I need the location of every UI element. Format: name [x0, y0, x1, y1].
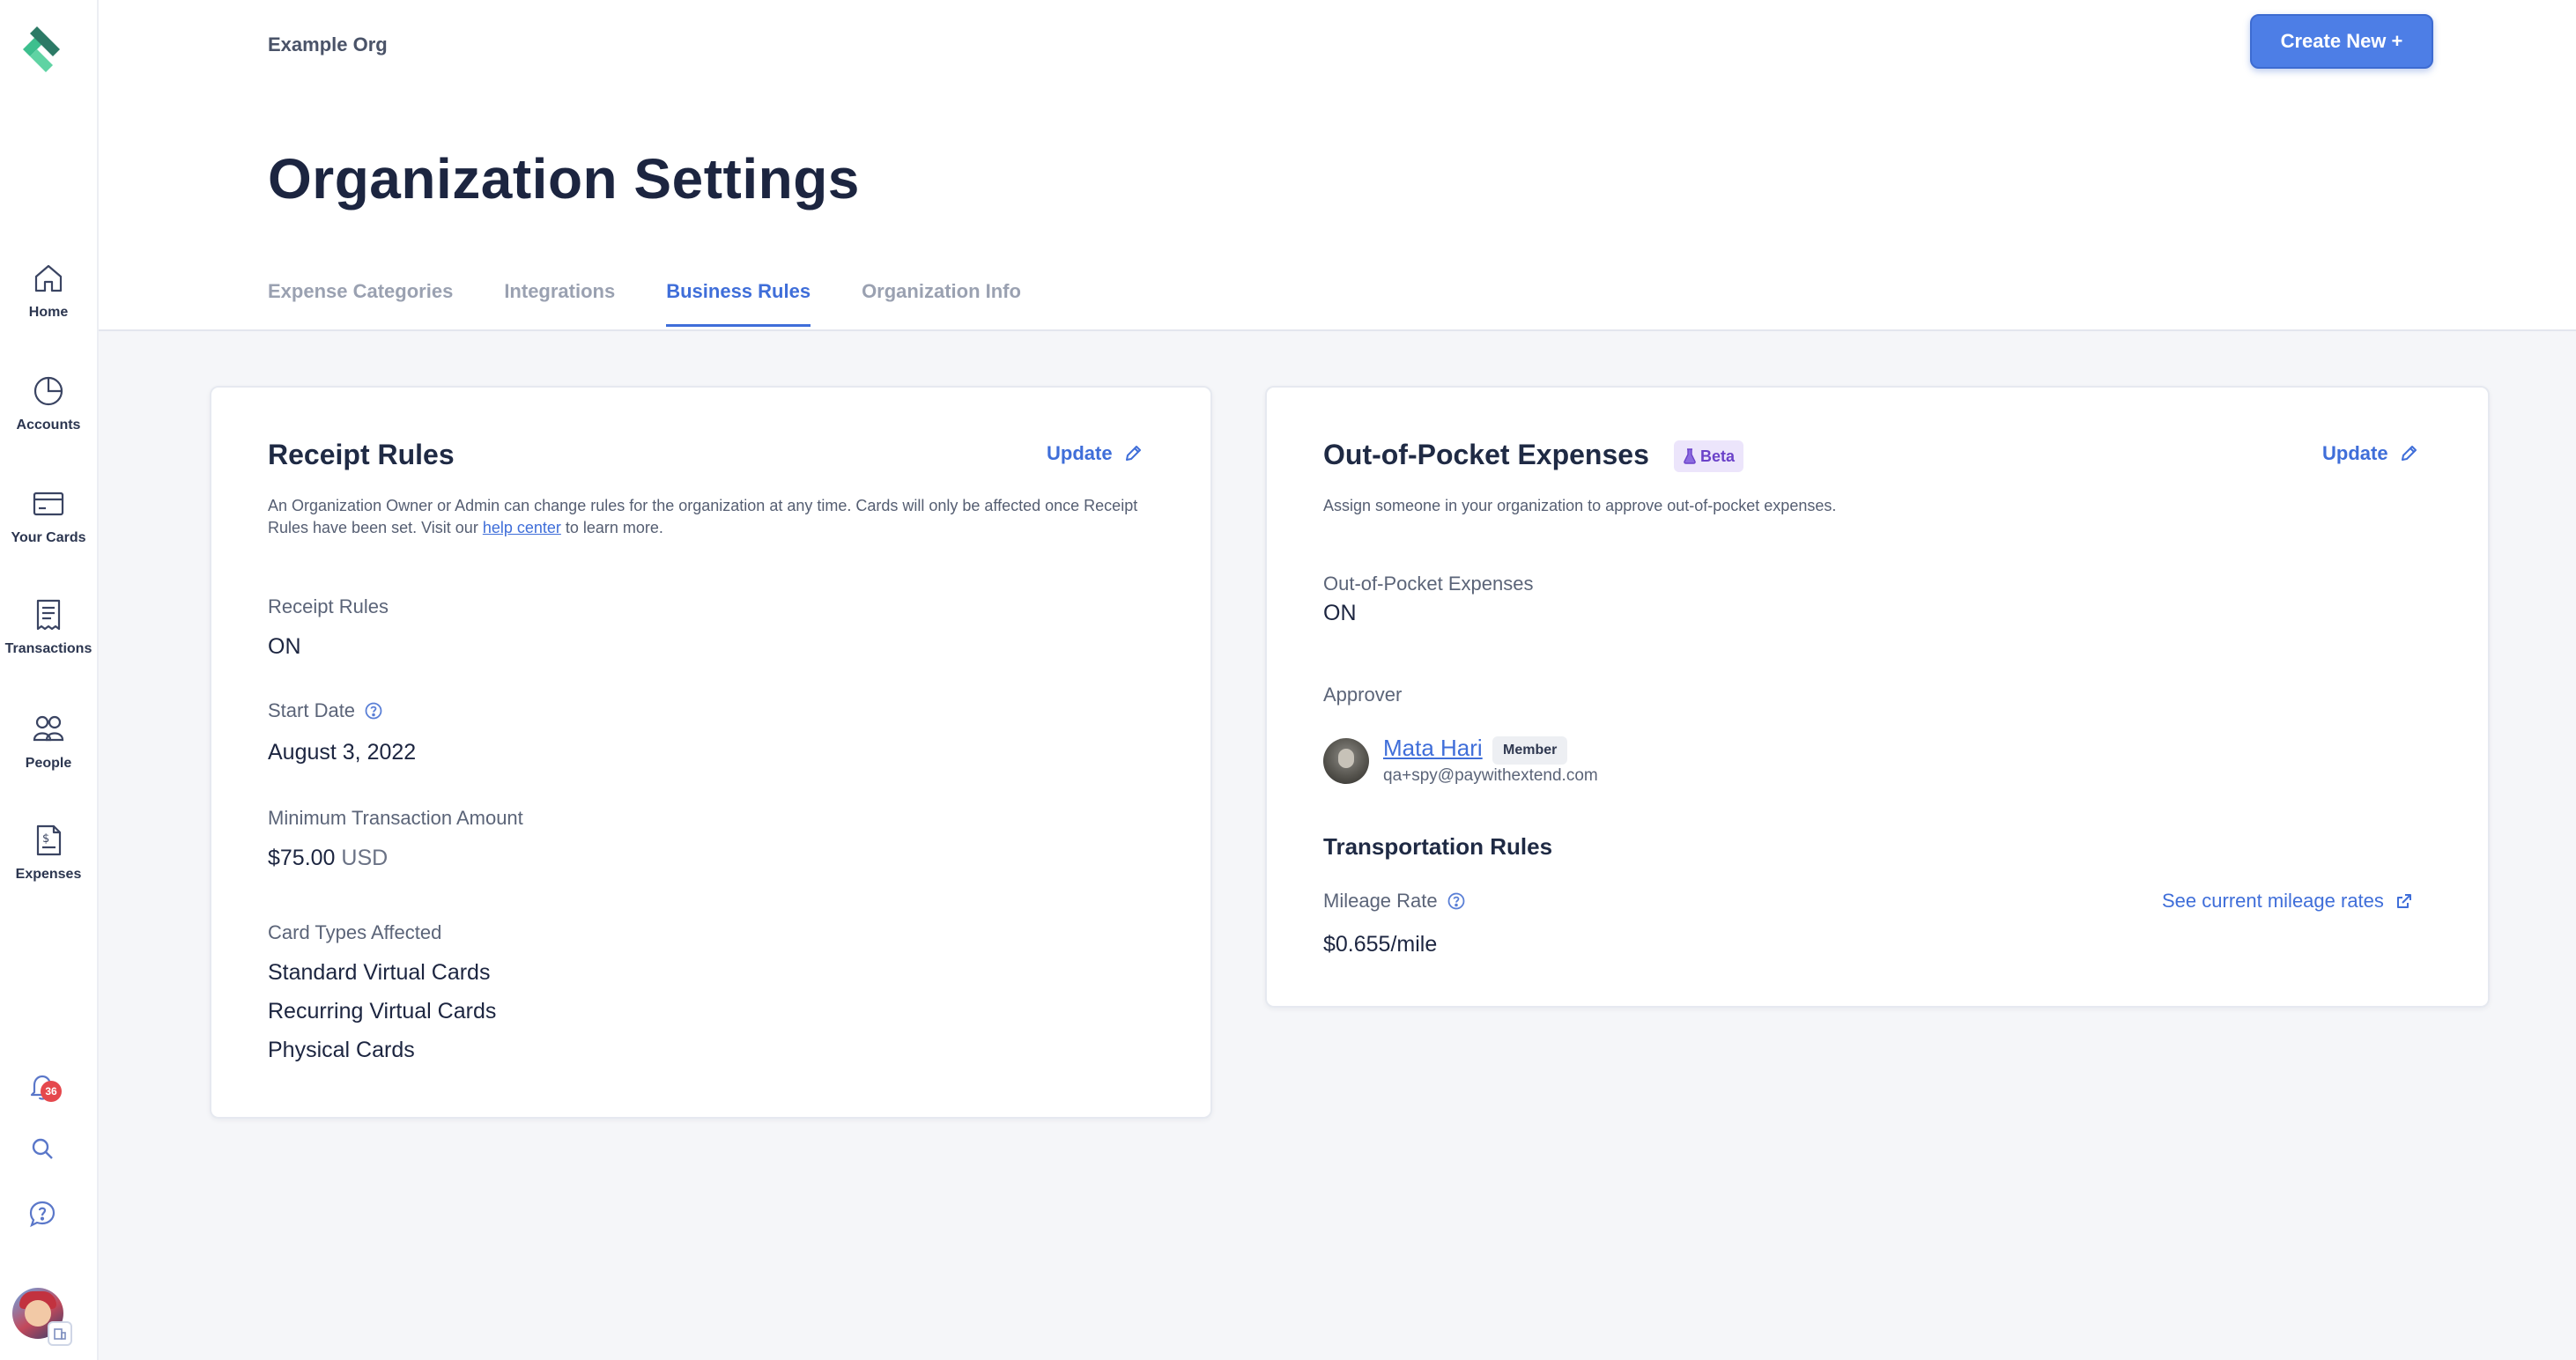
receipt-rules-card: Receipt Rules Update An Organization Own… — [210, 386, 1212, 1119]
mileage-rate-value: $0.655/mile — [1323, 932, 1438, 957]
info-icon[interactable] — [364, 701, 383, 721]
search-icon[interactable] — [26, 1133, 58, 1164]
minimum-amount-label: Minimum Transaction Amount — [268, 807, 523, 829]
tab-integrations[interactable]: Integrations — [504, 280, 615, 327]
svg-text:$: $ — [42, 832, 49, 846]
out-of-pocket-status-label: Out-of-Pocket Expenses — [1323, 573, 1534, 595]
beta-label: Beta — [1700, 447, 1736, 465]
info-icon[interactable] — [1447, 891, 1466, 911]
settings-tabs: Expense Categories Integrations Business… — [268, 280, 1021, 327]
receipt-rules-value: ON — [268, 634, 301, 659]
sidebar-item-label: Transactions — [4, 641, 93, 656]
extend-logo-icon[interactable] — [19, 21, 63, 76]
tab-expense-categories[interactable]: Expense Categories — [268, 280, 453, 327]
help-chat-icon[interactable] — [26, 1198, 58, 1230]
mileage-rate-label-text: Mileage Rate — [1323, 890, 1438, 912]
receipt-rules-description: An Organization Owner or Admin can chang… — [268, 495, 1149, 539]
mileage-rate-label: Mileage Rate — [1323, 890, 1466, 913]
flask-icon — [1684, 448, 1696, 464]
approver-label: Approver — [1323, 684, 1403, 706]
out-of-pocket-update-button[interactable]: Update — [2322, 442, 2418, 465]
card-type-item: Physical Cards — [268, 1038, 415, 1062]
sidebar-item-label: Accounts — [16, 418, 81, 432]
receipt-rules-label: Receipt Rules — [268, 595, 389, 617]
receipt-rules-update-button[interactable]: Update — [1047, 442, 1143, 465]
description-text: An Organization Owner or Admin can chang… — [268, 497, 1138, 536]
sidebar-item-transactions[interactable]: Transactions — [0, 597, 97, 657]
page-title: Organization Settings — [268, 147, 860, 211]
sidebar-item-label: People — [25, 756, 72, 771]
sidebar-item-your-cards[interactable]: Your Cards — [0, 486, 97, 546]
people-icon — [33, 715, 64, 742]
sidebar-item-label: Your Cards — [11, 530, 86, 545]
pencil-icon — [2401, 446, 2417, 461]
sidebar-item-label: Expenses — [15, 867, 82, 882]
avatar-face — [25, 1300, 51, 1327]
home-icon — [34, 264, 63, 292]
help-center-link[interactable]: help center — [483, 519, 561, 536]
start-date-value: August 3, 2022 — [268, 740, 417, 765]
description-text: to learn more. — [560, 519, 663, 536]
out-of-pocket-description: Assign someone in your organization to a… — [1323, 497, 1837, 514]
card-type-item: Standard Virtual Cards — [268, 960, 491, 985]
out-of-pocket-title: Out-of-Pocket Expenses — [1323, 439, 1649, 470]
out-of-pocket-status-value: ON — [1323, 601, 1357, 625]
sidebar: Home Accounts Your Cards Transactions Pe… — [0, 0, 99, 1360]
page-header: Example Org Create New + Organization Se… — [99, 0, 2576, 331]
pencil-icon — [1125, 446, 1141, 461]
approver-name-link[interactable]: Mata Hari — [1383, 735, 1483, 762]
start-date-label: Start Date — [268, 699, 383, 722]
update-label: Update — [1047, 442, 1113, 464]
expense-document-icon: $ — [36, 824, 62, 856]
minimum-amount-number: $75.00 — [268, 846, 336, 870]
member-role-badge: Member — [1492, 736, 1568, 765]
sidebar-item-accounts[interactable]: Accounts — [0, 373, 97, 433]
out-of-pocket-card: Out-of-Pocket Expenses Beta Update Assig… — [1265, 386, 2490, 1008]
start-date-label-text: Start Date — [268, 699, 356, 721]
pie-chart-icon — [33, 376, 63, 406]
sidebar-item-label: Home — [28, 305, 69, 320]
card-types-label: Card Types Affected — [268, 921, 442, 943]
notification-badge: 36 — [41, 1081, 62, 1102]
org-name: Example Org — [268, 33, 388, 55]
beta-badge: Beta — [1674, 440, 1744, 472]
org-switcher-icon[interactable] — [48, 1321, 72, 1346]
approver-avatar — [1323, 738, 1369, 784]
mileage-rates-link[interactable]: See current mileage rates — [2162, 890, 2414, 913]
create-new-button[interactable]: Create New + — [2250, 14, 2433, 69]
tab-business-rules[interactable]: Business Rules — [666, 280, 811, 327]
currency-unit: USD — [341, 846, 389, 870]
card-type-item: Recurring Virtual Cards — [268, 999, 497, 1024]
sidebar-item-expenses[interactable]: $ Expenses — [0, 823, 97, 883]
sidebar-item-home[interactable]: Home — [0, 261, 97, 321]
minimum-amount-value: $75.00 USD — [268, 846, 388, 871]
receipt-icon — [36, 599, 61, 631]
transportation-rules-title: Transportation Rules — [1323, 833, 1553, 860]
update-label: Update — [2322, 442, 2388, 464]
mileage-rates-link-text: See current mileage rates — [2162, 890, 2384, 912]
external-link-icon — [2396, 894, 2411, 908]
approver-avatar-face — [1338, 749, 1354, 768]
approver-email: qa+spy@paywithextend.com — [1383, 766, 1598, 785]
receipt-rules-title: Receipt Rules — [268, 439, 455, 470]
tab-organization-info[interactable]: Organization Info — [862, 280, 1021, 327]
credit-card-icon — [33, 492, 64, 516]
sidebar-item-people[interactable]: People — [0, 712, 97, 772]
